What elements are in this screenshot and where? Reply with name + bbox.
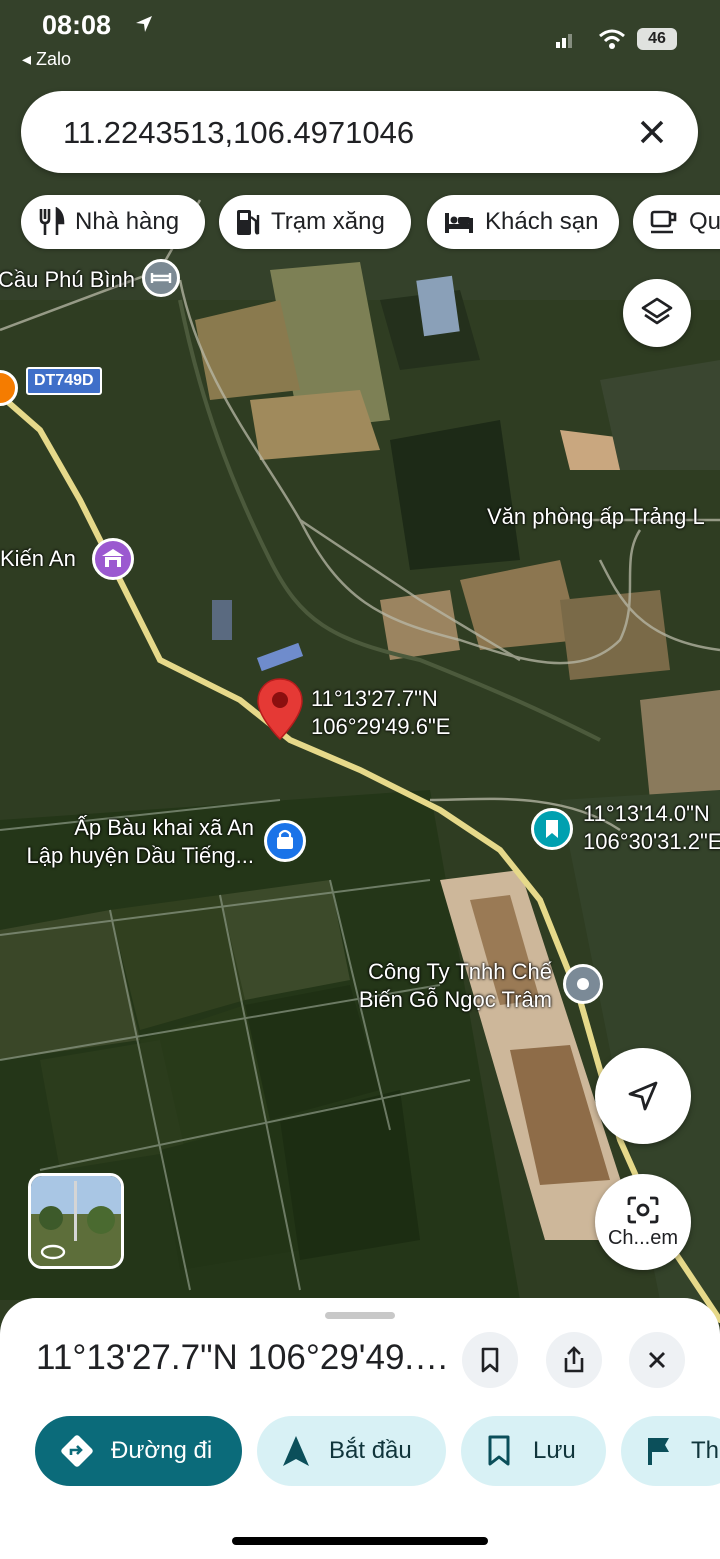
close-sheet-button[interactable] — [629, 1332, 685, 1388]
pin-latitude: 11°13'27.7"N — [311, 686, 438, 711]
share-button[interactable] — [546, 1332, 602, 1388]
government-marker[interactable] — [92, 538, 134, 580]
home-indicator[interactable] — [232, 1537, 488, 1545]
street-view-thumbnail[interactable] — [28, 1173, 124, 1269]
place-label-cong-ty[interactable]: Công Ty Tnhh Chế Biến Gỗ Ngọc Trâm — [330, 958, 552, 1014]
ap-bau-line2: Lập huyện Dầu Tiếng... — [26, 843, 255, 868]
bookmark-icon — [546, 820, 558, 838]
bridge-icon — [150, 273, 172, 283]
save-label: Lưu — [533, 1437, 576, 1464]
save-icon-button[interactable] — [462, 1332, 518, 1388]
government-building-icon — [102, 549, 124, 567]
cong-ty-line2: Biến Gỗ Ngọc Trâm — [358, 987, 552, 1012]
saved-place-coordinates: 11°13'14.0"N 106°30'31.2"E — [583, 800, 720, 856]
cellular-signal-icon — [556, 34, 572, 48]
generic-place-icon — [577, 978, 589, 990]
search-this-area-label: Ch...em — [607, 1226, 679, 1249]
pin-longitude: 106°29'49.6"E — [311, 714, 451, 739]
sheet-drag-handle[interactable] — [325, 1312, 395, 1319]
saved-longitude: 106°30'31.2"E — [583, 829, 720, 854]
status-bar: 08:08 ◂ Zalo 46 — [0, 0, 720, 80]
add-label-button[interactable]: Th — [621, 1416, 720, 1486]
directions-icon — [61, 1435, 93, 1467]
coffee-icon — [650, 210, 677, 234]
status-time: 08:08 — [42, 10, 112, 40]
search-bar[interactable] — [21, 91, 698, 173]
start-button[interactable]: Bắt đầu — [257, 1416, 446, 1486]
directions-button[interactable]: Đường đi — [35, 1416, 242, 1486]
chip-hotels[interactable]: Khách sạn — [427, 195, 619, 249]
pin-coordinates-label: 11°13'27.7"N 106°29'49.6"E — [311, 685, 450, 741]
battery-indicator: 46 — [637, 28, 677, 50]
road-shield: DT749D — [26, 367, 102, 395]
hotel-icon — [445, 213, 473, 233]
layers-button[interactable] — [623, 279, 691, 347]
chip-gas-stations[interactable]: Trạm xăng — [219, 195, 411, 249]
search-this-area-button[interactable]: Ch...em — [595, 1174, 691, 1270]
camera-search-icon — [627, 1196, 659, 1223]
add-label-label: Th — [691, 1437, 720, 1464]
bottom-sheet[interactable]: 11°13'27.7"N 106°29'49.6"E Đường đi Bắt … — [0, 1298, 720, 1559]
place-marker-gray[interactable] — [563, 964, 603, 1004]
place-label-kien-an[interactable]: Kiến An — [0, 545, 76, 573]
clear-search-icon[interactable] — [630, 110, 674, 154]
bridge-marker[interactable] — [142, 259, 180, 297]
road-shield-label: DT749D — [34, 372, 94, 389]
chip-label: Khách sạn — [485, 208, 599, 235]
save-button[interactable]: Lưu — [461, 1416, 606, 1486]
share-icon — [564, 1346, 584, 1373]
shopping-marker[interactable] — [264, 820, 306, 862]
place-label-van-phong[interactable]: Văn phòng ấp Trảng L — [487, 503, 705, 531]
my-location-button[interactable] — [595, 1048, 691, 1144]
cong-ty-line1: Công Ty Tnhh Chế — [368, 959, 552, 984]
saved-place-marker[interactable] — [531, 808, 573, 850]
dropped-pin-icon[interactable] — [256, 677, 304, 743]
restaurant-icon — [39, 207, 65, 235]
bookmark-icon — [488, 1435, 510, 1466]
chip-label: Trạm xăng — [271, 208, 385, 235]
category-chips: Nhà hàng Trạm xăng Khách sạn Qu — [21, 195, 720, 251]
flag-icon — [648, 1438, 669, 1465]
shopping-bag-icon — [277, 829, 293, 849]
chip-restaurants[interactable]: Nhà hàng — [21, 195, 205, 249]
navigation-arrow-icon — [283, 1436, 309, 1466]
chip-label: Qu — [689, 208, 720, 235]
gas-station-icon — [237, 210, 260, 235]
layers-icon — [641, 297, 673, 325]
sheet-title: 11°13'27.7"N 106°29'49.6"E — [36, 1338, 456, 1377]
place-label-ap-bau-khai[interactable]: Ấp Bàu khai xã An Lập huyện Dầu Tiếng... — [10, 814, 255, 870]
bookmark-outline-icon — [481, 1347, 499, 1373]
chip-coffee[interactable]: Qu — [633, 195, 720, 249]
close-icon — [649, 1352, 665, 1368]
back-to-app-link[interactable]: ◂ Zalo — [22, 49, 71, 70]
directions-label: Đường đi — [111, 1437, 213, 1464]
start-label: Bắt đầu — [329, 1437, 412, 1464]
saved-latitude: 11°13'14.0"N — [583, 801, 710, 826]
wifi-icon — [599, 29, 625, 49]
navigation-arrow-icon — [628, 1081, 658, 1111]
place-label-cau-phu-binh[interactable]: Cầu Phú Bình — [0, 266, 135, 294]
location-arrow-icon — [136, 16, 152, 32]
chip-label: Nhà hàng — [75, 208, 180, 235]
rotate-360-icon — [40, 1244, 66, 1260]
search-input[interactable] — [61, 107, 625, 159]
ap-bau-line1: Ấp Bàu khai xã An — [74, 815, 254, 840]
